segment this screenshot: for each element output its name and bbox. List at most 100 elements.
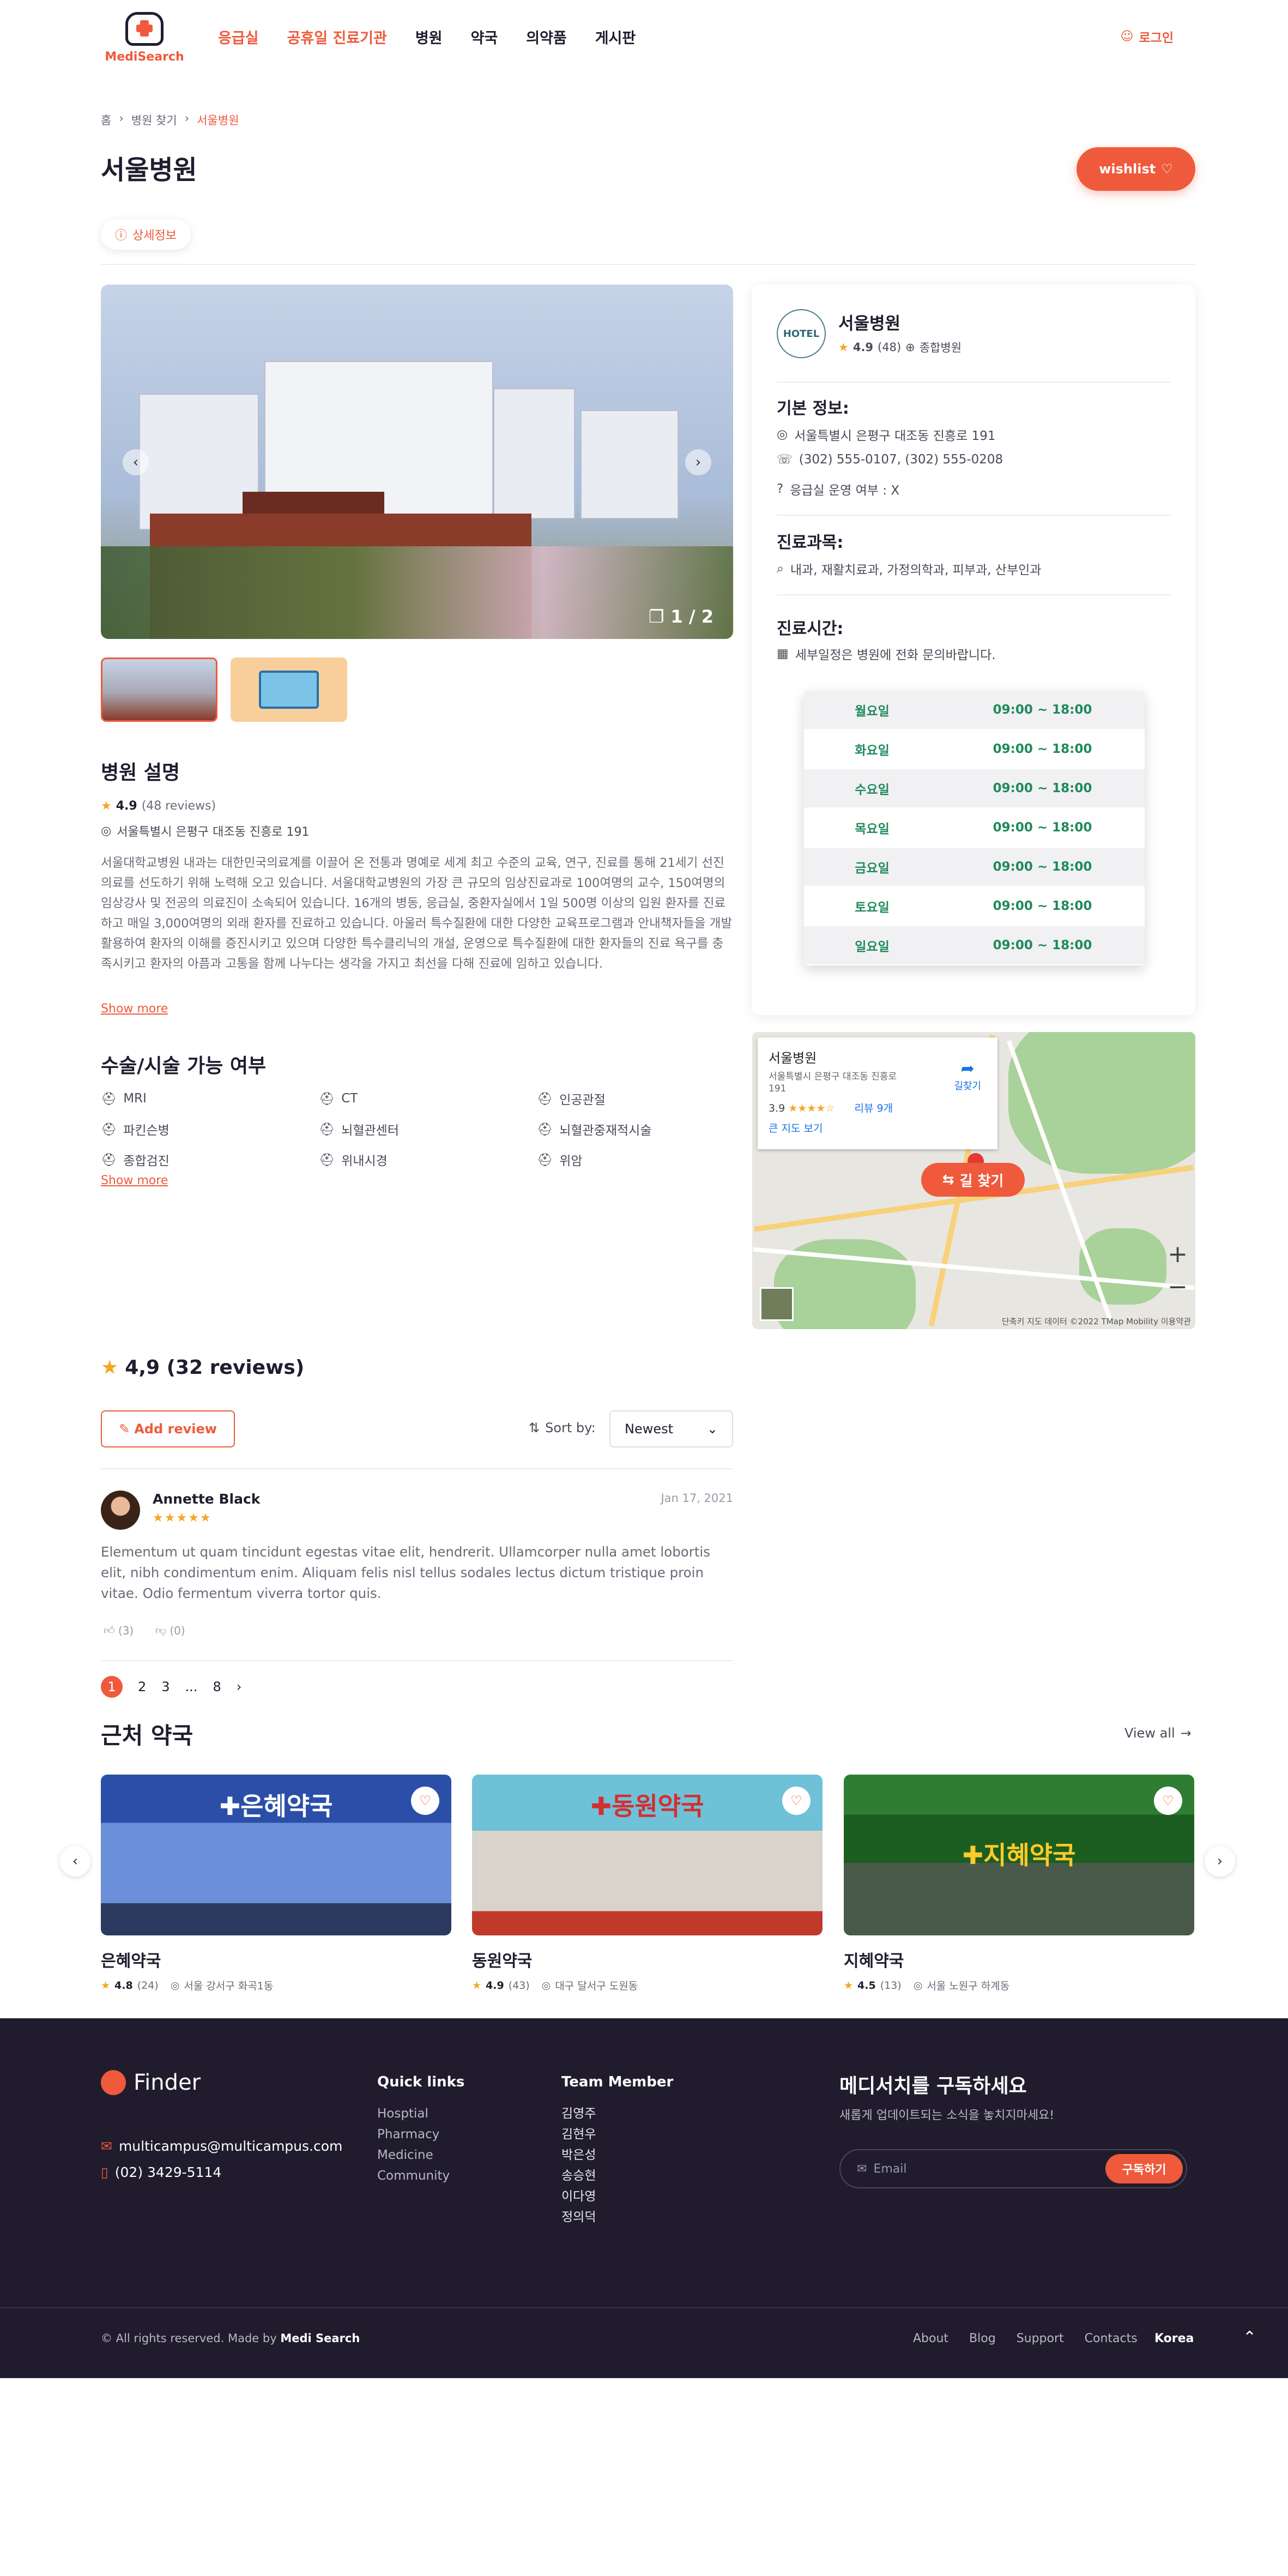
globe-icon: ⊕ <box>905 341 915 354</box>
pharmacy-card[interactable]: ✚동원약국 ♡ 동원약국 ★ 4.9 (43) ◎ 대구 달서구 도원동 <box>472 1775 823 1993</box>
footer-link-hospital[interactable]: Hosptial <box>377 2103 450 2124</box>
language-selector[interactable]: Korea <box>1154 2332 1194 2345</box>
nav-pharmacy[interactable]: 약국 <box>471 26 498 47</box>
map-large-link[interactable]: 큰 지도 보기 <box>769 1120 987 1135</box>
zoom-out-button[interactable]: − <box>1168 1271 1188 1304</box>
breadcrumb-home[interactable]: 홈 <box>101 112 111 128</box>
footer-link-support[interactable]: Support <box>1017 2332 1064 2345</box>
procedure-item: ⛑ 위암 <box>537 1150 733 1169</box>
tab-detail-info[interactable]: ⓘ 상세정보 <box>101 219 191 250</box>
site-footer: Finder ✉ multicampus@multicampus.com ▯ (… <box>0 2018 1288 2378</box>
page-1[interactable]: 1 <box>101 1676 123 1698</box>
pharmacy-meta: ★ 4.8 (24) ◎ 서울 강서구 화곡1동 <box>101 1978 451 1993</box>
procedures-show-more[interactable]: Show more <box>101 1174 168 1187</box>
footer-link-blog[interactable]: Blog <box>969 2332 996 2345</box>
page-2[interactable]: 2 <box>138 1679 146 1694</box>
card-phone-text: (302) 555-0107, (302) 555-0208 <box>799 453 1003 467</box>
schedule-row: 일요일 09:00 ~ 18:00 <box>804 926 1145 966</box>
pharmacy-card[interactable]: ✚지혜약국 ♡ 지혜약국 ★ 4.5 (13) ◎ 서울 노원구 하계동 <box>844 1775 1194 1993</box>
footer-link-about[interactable]: About <box>913 2332 948 2345</box>
map-directions-link[interactable]: ➦ 길찾기 <box>954 1059 981 1093</box>
route-icon: ⇆ <box>942 1172 954 1188</box>
login-button[interactable]: ☺ 로그인 <box>1121 27 1174 46</box>
gallery-thumbnail-1[interactable] <box>101 657 217 722</box>
procedure-item: ⛑ 뇌혈관중재적시술 <box>537 1120 733 1138</box>
map-reviews-link[interactable]: 리뷰 9개 <box>854 1102 893 1114</box>
tab-detail-label: 상세정보 <box>132 229 177 243</box>
carousel-next-button[interactable]: › <box>1205 1846 1235 1877</box>
view-all-link[interactable]: View all → <box>1124 1726 1192 1741</box>
sort-select-value: Newest <box>625 1421 674 1437</box>
favorite-button[interactable]: ♡ <box>411 1787 439 1815</box>
pharmacies-heading: 근처 약국 <box>101 1722 193 1749</box>
favorite-button[interactable]: ♡ <box>1154 1787 1182 1815</box>
breadcrumb: 홈 › 병원 찾기 › 서울병원 <box>101 112 239 128</box>
map-satellite-toggle[interactable] <box>760 1287 794 1321</box>
site-logo[interactable]: MediSearch <box>104 12 185 67</box>
pharmacy-rating: 4.5 <box>857 1979 876 1992</box>
footer-link-medicine[interactable]: Medicine <box>377 2145 450 2165</box>
map-footer: 단축키 지도 데이터 ©2022 TMap Mobility 이용약관 <box>1001 1317 1191 1326</box>
star-icon: ★ <box>101 1979 111 1992</box>
directions-icon: ➦ <box>960 1059 975 1078</box>
sort-select[interactable]: Newest ⌄ <box>609 1410 733 1447</box>
wishlist-button[interactable]: wishlist ♡ <box>1077 147 1195 191</box>
footer-email[interactable]: ✉ multicampus@multicampus.com <box>101 2138 342 2154</box>
page-3[interactable]: 3 <box>161 1679 170 1694</box>
card-hours-note-text: 세부일정은 병원에 전화 문의바랍니다. <box>795 648 996 662</box>
nav-medicine[interactable]: 의약품 <box>526 26 567 47</box>
breadcrumb-hospital-search[interactable]: 병원 찾기 <box>131 112 177 128</box>
add-review-button[interactable]: ✎ Add review <box>101 1410 235 1447</box>
schedule-day: 금요일 <box>855 861 890 876</box>
page-8[interactable]: 8 <box>213 1679 221 1694</box>
footer-phone[interactable]: ▯ (02) 3429-5114 <box>101 2164 221 2180</box>
procedure-label: 파킨슨병 <box>123 1124 170 1138</box>
pharmacy-card[interactable]: ✚은혜약국 ♡ 은혜약국 ★ 4.8 (24) ◎ 서울 강서구 화곡1동 <box>101 1775 451 1993</box>
pharmacy-name: 지혜약국 <box>844 1952 904 1971</box>
schedule-row: 금요일 09:00 ~ 18:00 <box>804 848 1145 887</box>
page-ellipsis: ... <box>185 1679 198 1694</box>
nav-board[interactable]: 게시판 <box>595 26 636 47</box>
procedure-item: ⛑ 인공관절 <box>537 1089 733 1108</box>
gallery-next-button[interactable]: › <box>685 449 711 475</box>
description-show-more[interactable]: Show more <box>101 1002 168 1016</box>
pharmacy-review-count: (43) <box>508 1979 530 1992</box>
reviews-summary: ★ 4,9 (32 reviews) <box>101 1356 304 1379</box>
subscribe-button[interactable]: 구독하기 <box>1105 2154 1183 2183</box>
card-phone[interactable]: ☏ (302) 555-0107, (302) 555-0208 <box>777 453 1003 467</box>
like-button[interactable]: 👍︎ (3) <box>104 1624 134 1637</box>
zoom-in-button[interactable]: + <box>1168 1238 1188 1271</box>
copyright-text: © All rights reserved. Made by <box>101 2332 277 2345</box>
footer-link-contacts[interactable]: Contacts <box>1085 2332 1138 2345</box>
footer-link-pharmacy[interactable]: Pharmacy <box>377 2124 450 2145</box>
procedure-label: MRI <box>123 1091 147 1106</box>
card-departments-text: 내과, 재활치료과, 가정의학과, 피부과, 산부인과 <box>790 563 1042 577</box>
nav-emergency[interactable]: 응급실 <box>218 26 259 47</box>
procedure-label: 위암 <box>559 1154 583 1168</box>
quick-links-list: Hosptial Pharmacy Medicine Community <box>377 2103 450 2186</box>
map-directions-button[interactable]: ⇆ 길 찾기 <box>921 1163 1025 1197</box>
description-rating: ★ 4.9 (48 reviews) <box>101 799 216 813</box>
medical-kit-icon: ⛑ <box>101 1153 117 1167</box>
footer-link-community[interactable]: Community <box>377 2165 450 2186</box>
pharmacy-sign: ✚동원약국 <box>590 1791 704 1821</box>
gallery-thumbnail-2[interactable] <box>231 657 347 722</box>
location-map[interactable]: 서울병원 서울특별시 은평구 대조동 진흥로 191 3.9 ★★★★☆ 리뷰 … <box>752 1032 1195 1329</box>
medical-kit-icon: ⛑ <box>537 1122 553 1137</box>
favorite-button[interactable]: ♡ <box>782 1787 811 1815</box>
footer-logo[interactable]: Finder <box>101 2070 201 2095</box>
wishlist-label: wishlist <box>1099 161 1156 177</box>
carousel-prev-button[interactable]: ‹ <box>60 1846 90 1877</box>
map-info-popup: 서울병원 서울특별시 은평구 대조동 진흥로 191 3.9 ★★★★☆ 리뷰 … <box>758 1037 997 1149</box>
nav-holiday-clinic[interactable]: 공휴일 진료기관 <box>287 26 387 47</box>
subscribe-email-placeholder: Email <box>873 2162 907 2176</box>
subscribe-email-input[interactable]: ✉ Email 구독하기 <box>839 2149 1187 2188</box>
gallery-prev-button[interactable]: ‹ <box>123 449 149 475</box>
schedule-time: 09:00 ~ 18:00 <box>993 938 1092 952</box>
procedure-item: ⛑ MRI <box>101 1089 319 1108</box>
scroll-top-button[interactable]: ⌃ <box>1243 2328 1256 2347</box>
page-title: 서울병원 <box>101 155 197 185</box>
next-page-button[interactable]: › <box>237 1679 242 1694</box>
nav-hospital[interactable]: 병원 <box>415 26 443 47</box>
dislike-button[interactable]: 👎︎ (0) <box>155 1624 185 1637</box>
